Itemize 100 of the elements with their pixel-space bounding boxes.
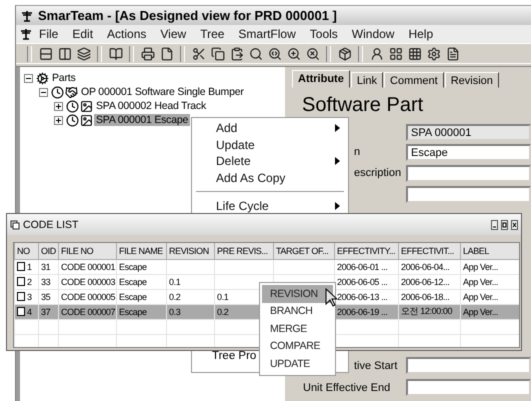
menu-item[interactable]: Delete [194,153,346,170]
grid-icon[interactable] [406,45,423,62]
table-cell: Escape [119,262,147,272]
columns-icon[interactable] [56,45,73,62]
input-field[interactable] [406,379,531,396]
column-header[interactable]: EFFECTIVIT... [398,243,460,259]
collapse-toggle[interactable] [24,74,33,82]
search-icon[interactable] [247,45,264,62]
image-icon [80,114,93,126]
table-cell: 31 [41,262,50,272]
rows-icon[interactable] [37,45,54,62]
box-icon[interactable] [336,45,353,62]
table-cell: App Ver... [463,292,498,302]
minimize-icon[interactable] [491,220,498,230]
checkbox[interactable] [17,292,25,300]
table-cell: CODE 000001 [61,262,116,272]
menu-item[interactable]: REVISION [262,285,333,302]
maximize-icon[interactable] [501,220,508,230]
input-field[interactable] [406,164,531,182]
table-cell: CODE 000005 [61,292,116,302]
scissors-icon[interactable] [190,45,207,62]
zoom-icon[interactable] [285,45,302,62]
clock-icon [66,114,79,126]
table-cell: 0.2 [217,306,228,316]
tab[interactable]: Revision [444,72,499,88]
gear-icon [36,72,49,84]
node-label[interactable]: SPA 000002 Head Track [94,100,208,112]
menu-item[interactable]: View [153,27,194,41]
table-cell: 2006-06-19 ... [337,306,388,316]
checkbox[interactable] [17,306,25,316]
table-cell: 0.2 [169,292,180,302]
search-clear-icon[interactable] [304,45,321,62]
menu-item[interactable]: SmartFlow [231,27,303,41]
table-cell: 2006-06-18... [401,292,450,302]
column-header[interactable]: NO [14,243,38,259]
expand-toggle[interactable] [54,116,63,124]
book-icon[interactable] [107,45,124,62]
column-header[interactable]: FILE NAME [116,243,166,259]
menu-item[interactable]: Tools [302,27,345,41]
table-cell: 2006-06-04... [401,262,450,272]
app-icon [21,10,33,22]
table-cell: 3 [27,292,32,302]
menu-item[interactable]: Actions [100,27,154,41]
column-header[interactable]: REVISION [166,243,214,259]
input-field[interactable] [406,357,531,374]
table-cell: 2 [27,276,32,286]
table-cell: 1 [27,262,32,272]
table-cell: Escape [119,276,147,286]
close-icon[interactable] [511,220,518,230]
menu-item[interactable]: Life Cycle [194,198,346,214]
column-header[interactable]: EFFECTIVITY... [334,243,398,259]
menu-item[interactable]: Tree [193,27,232,41]
column-header[interactable]: TARGET OF... [274,243,334,259]
column-header[interactable]: FILE NO [58,243,116,259]
form-heading: Software Part [302,94,424,117]
printer-icon[interactable] [139,45,156,62]
table-cell: 0.1 [169,276,180,286]
menu-item[interactable]: File [32,27,66,41]
tab[interactable]: Comment [384,72,444,88]
column-header[interactable]: LABEL [460,243,519,259]
field-label: Unit Effective End [303,382,390,394]
node-label[interactable]: Parts [50,72,78,84]
window-icon [10,220,20,230]
table-cell: 2006-06-05 ... [337,276,388,286]
table-cell: 33 [41,276,50,286]
menu-item[interactable]: Window [344,27,402,41]
menu-item[interactable]: Add [194,120,346,136]
copy-icon[interactable] [209,45,226,62]
checkbox[interactable] [17,262,25,270]
table-cell: 2006-06-01 ... [337,262,388,272]
menu-item[interactable]: Edit [65,27,100,41]
menu-item[interactable]: Update [194,136,346,153]
table-cell: 2006-06-12... [401,276,450,286]
column-header[interactable]: PRE REVIS... [214,243,274,259]
gear-icon[interactable] [425,45,442,62]
node-label[interactable]: OP 000001 Software Single Bumper [79,86,246,98]
expand-toggle[interactable] [54,102,63,110]
input-field[interactable]: Escape [406,144,531,160]
tab[interactable]: Attribute [292,70,350,88]
layers-icon[interactable] [75,45,92,62]
checkbox[interactable] [17,276,25,286]
window-title: SmarTeam - [As Designed view for PRD 000001 ] [38,8,337,23]
collapse-toggle[interactable] [39,88,48,96]
menu-item[interactable]: Help [401,27,440,41]
table-cell: App Ver... [463,276,498,286]
table-cell: 35 [41,292,50,302]
table-cell: Escape [119,306,147,316]
table-cell: 37 [41,306,50,316]
layout-icon[interactable] [387,45,404,62]
menu-item[interactable]: Add As Copy [194,170,346,186]
input-field[interactable] [406,186,531,202]
column-header[interactable]: OID [38,243,58,259]
table-cell: 0.3 [169,306,180,316]
app-icon [20,28,32,40]
node-label[interactable]: SPA 000001 Escape [94,114,190,126]
tab[interactable]: Link [350,72,384,88]
table-cell: App Ver... [463,262,498,272]
table-cell: Escape [119,292,147,302]
field-label: tive Start [354,360,398,372]
search-list-icon[interactable] [266,45,283,62]
